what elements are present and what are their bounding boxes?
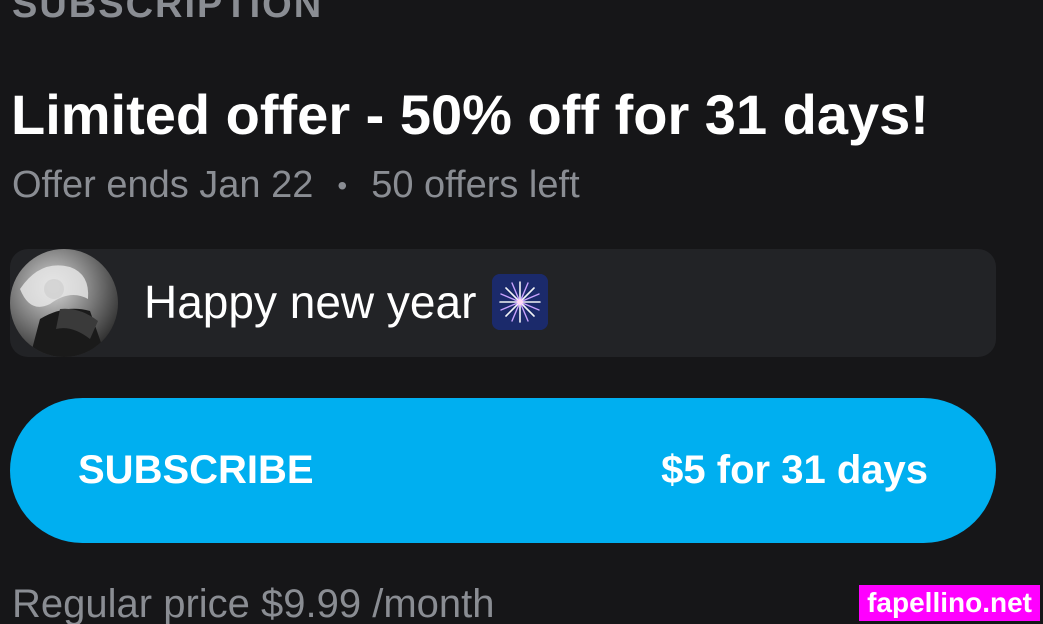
- avatar-image: [10, 249, 118, 357]
- subscribe-price: $5 for 31 days: [661, 448, 928, 492]
- offer-meta: Offer ends Jan 22 • 50 offers left: [12, 164, 580, 207]
- subscribe-label: SUBSCRIBE: [78, 448, 314, 492]
- offer-ends-text: Offer ends Jan 22: [12, 164, 314, 206]
- regular-price-text: Regular price $9.99 /month: [12, 582, 495, 624]
- subscription-panel: SUBSCRIPTION Limited offer - 50% off for…: [0, 0, 1043, 624]
- section-header: SUBSCRIPTION: [12, 0, 324, 26]
- offer-title: Limited offer - 50% off for 31 days!: [11, 83, 929, 146]
- promo-message-text: Happy new year: [144, 276, 477, 328]
- creator-avatar[interactable]: [10, 249, 118, 357]
- fireworks-icon: [492, 274, 549, 330]
- promo-message: Happy new year: [144, 274, 549, 330]
- watermark: fapellino.net: [859, 585, 1040, 621]
- offers-left-text: 50 offers left: [371, 164, 580, 206]
- subscribe-button[interactable]: SUBSCRIBE $5 for 31 days: [10, 398, 996, 543]
- meta-separator: •: [337, 169, 348, 201]
